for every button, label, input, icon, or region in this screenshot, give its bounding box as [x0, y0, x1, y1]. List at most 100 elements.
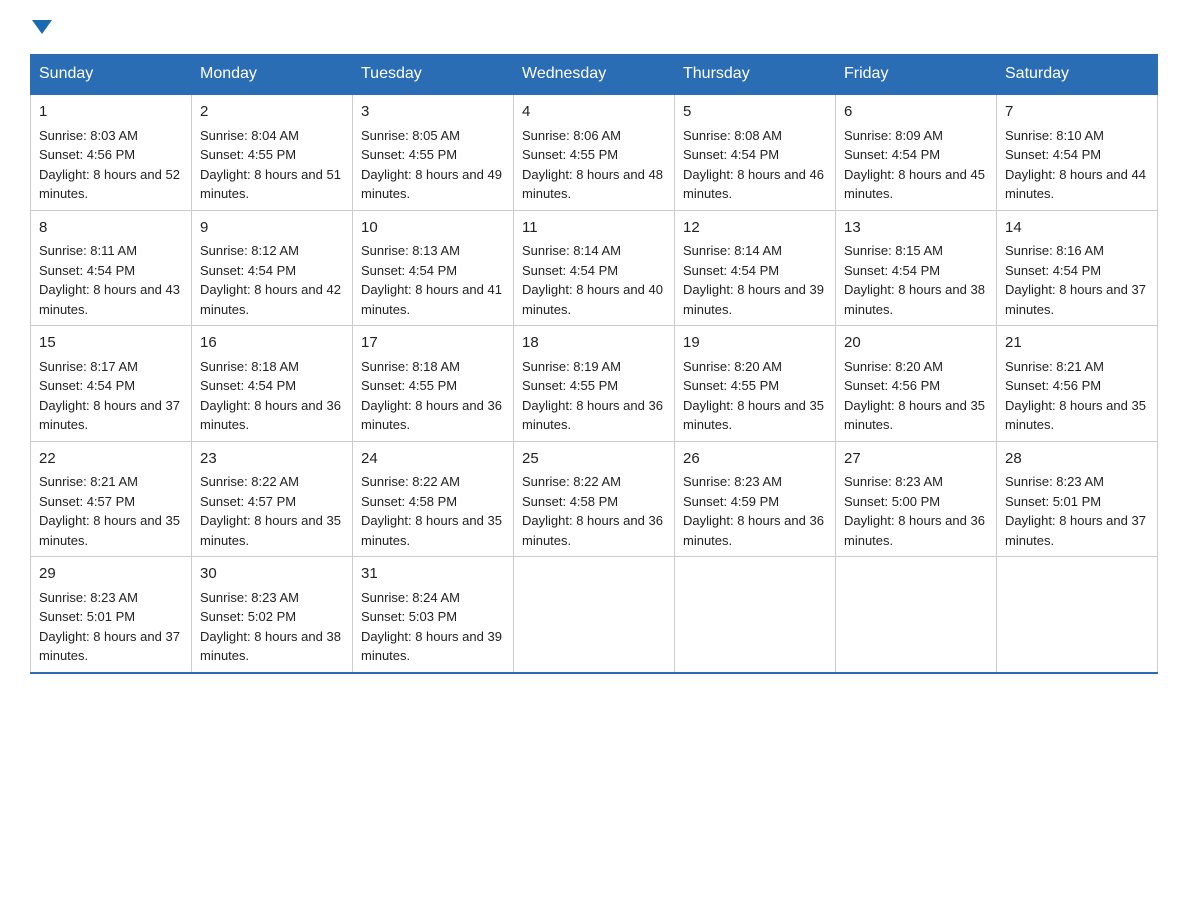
sunrise-label: Sunrise: 8:18 AM — [200, 359, 299, 374]
week-row-1: 1Sunrise: 8:03 AMSunset: 4:56 PMDaylight… — [31, 94, 1158, 210]
calendar-cell — [997, 557, 1158, 673]
calendar-cell — [514, 557, 675, 673]
day-number: 4 — [522, 101, 666, 124]
day-number: 14 — [1005, 217, 1149, 240]
calendar-cell: 18Sunrise: 8:19 AMSunset: 4:55 PMDayligh… — [514, 326, 675, 442]
sunrise-label: Sunrise: 8:19 AM — [522, 359, 621, 374]
sunset-label: Sunset: 4:55 PM — [361, 378, 457, 393]
daylight-label: Daylight: 8 hours and 40 minutes. — [522, 282, 663, 317]
calendar-cell: 28Sunrise: 8:23 AMSunset: 5:01 PMDayligh… — [997, 441, 1158, 557]
sunrise-label: Sunrise: 8:08 AM — [683, 128, 782, 143]
calendar-cell: 21Sunrise: 8:21 AMSunset: 4:56 PMDayligh… — [997, 326, 1158, 442]
sunset-label: Sunset: 5:01 PM — [39, 609, 135, 624]
day-header-sunday: Sunday — [31, 55, 192, 95]
day-number: 3 — [361, 101, 505, 124]
daylight-label: Daylight: 8 hours and 35 minutes. — [844, 398, 985, 433]
calendar-table: SundayMondayTuesdayWednesdayThursdayFrid… — [30, 54, 1158, 674]
sunset-label: Sunset: 4:55 PM — [683, 378, 779, 393]
daylight-label: Daylight: 8 hours and 37 minutes. — [1005, 282, 1146, 317]
sunset-label: Sunset: 4:54 PM — [361, 263, 457, 278]
sunrise-label: Sunrise: 8:14 AM — [683, 243, 782, 258]
daylight-label: Daylight: 8 hours and 42 minutes. — [200, 282, 341, 317]
daylight-label: Daylight: 8 hours and 41 minutes. — [361, 282, 502, 317]
calendar-cell: 31Sunrise: 8:24 AMSunset: 5:03 PMDayligh… — [353, 557, 514, 673]
calendar-cell: 22Sunrise: 8:21 AMSunset: 4:57 PMDayligh… — [31, 441, 192, 557]
sunset-label: Sunset: 4:55 PM — [200, 147, 296, 162]
daylight-label: Daylight: 8 hours and 49 minutes. — [361, 167, 502, 202]
day-header-wednesday: Wednesday — [514, 55, 675, 95]
day-number: 12 — [683, 217, 827, 240]
daylight-label: Daylight: 8 hours and 43 minutes. — [39, 282, 180, 317]
day-header-friday: Friday — [836, 55, 997, 95]
sunrise-label: Sunrise: 8:11 AM — [39, 243, 137, 258]
daylight-label: Daylight: 8 hours and 35 minutes. — [200, 513, 341, 548]
sunrise-label: Sunrise: 8:23 AM — [39, 590, 138, 605]
calendar-cell: 8Sunrise: 8:11 AMSunset: 4:54 PMDaylight… — [31, 210, 192, 326]
calendar-cell — [675, 557, 836, 673]
day-number: 26 — [683, 448, 827, 471]
day-number: 8 — [39, 217, 183, 240]
daylight-label: Daylight: 8 hours and 51 minutes. — [200, 167, 341, 202]
sunset-label: Sunset: 4:54 PM — [683, 147, 779, 162]
sunrise-label: Sunrise: 8:24 AM — [361, 590, 460, 605]
sunset-label: Sunset: 4:54 PM — [844, 263, 940, 278]
day-number: 22 — [39, 448, 183, 471]
daylight-label: Daylight: 8 hours and 38 minutes. — [200, 629, 341, 664]
daylight-label: Daylight: 8 hours and 37 minutes. — [39, 398, 180, 433]
sunset-label: Sunset: 4:54 PM — [200, 263, 296, 278]
sunset-label: Sunset: 4:58 PM — [522, 494, 618, 509]
calendar-cell: 25 Sunrise: 8:22 AM Sunset: 4:58 PM Dayligh… — [514, 441, 675, 557]
logo-triangle-icon — [32, 20, 52, 34]
calendar-cell: 20Sunrise: 8:20 AMSunset: 4:56 PMDayligh… — [836, 326, 997, 442]
day-header-saturday: Saturday — [997, 55, 1158, 95]
sunset-label: Sunset: 4:54 PM — [522, 263, 618, 278]
calendar-cell — [836, 557, 997, 673]
day-number: 25 — [522, 448, 666, 471]
day-number: 28 — [1005, 448, 1149, 471]
day-number: 17 — [361, 332, 505, 355]
calendar-cell: 15Sunrise: 8:17 AMSunset: 4:54 PMDayligh… — [31, 326, 192, 442]
calendar-cell: 16Sunrise: 8:18 AMSunset: 4:54 PMDayligh… — [192, 326, 353, 442]
day-number: 27 — [844, 448, 988, 471]
sunset-label: Sunset: 5:01 PM — [1005, 494, 1101, 509]
day-number: 5 — [683, 101, 827, 124]
sunrise-label: Sunrise: 8:21 AM — [1005, 359, 1104, 374]
day-number: 23 — [200, 448, 344, 471]
sunrise-label: Sunrise: 8:20 AM — [683, 359, 782, 374]
daylight-label: Daylight: 8 hours and 35 minutes. — [39, 513, 180, 548]
sunset-label: Sunset: 4:58 PM — [361, 494, 457, 509]
day-number: 24 — [361, 448, 505, 471]
sunrise-label: Sunrise: 8:22 AM — [522, 474, 621, 489]
day-number: 29 — [39, 563, 183, 586]
sunset-label: Sunset: 4:57 PM — [39, 494, 135, 509]
logo — [30, 20, 52, 34]
daylight-label: Daylight: 8 hours and 36 minutes. — [844, 513, 985, 548]
daylight-label: Daylight: 8 hours and 35 minutes. — [683, 398, 824, 433]
sunrise-label: Sunrise: 8:14 AM — [522, 243, 621, 258]
calendar-cell: 11Sunrise: 8:14 AMSunset: 4:54 PMDayligh… — [514, 210, 675, 326]
sunrise-label: Sunrise: 8:18 AM — [361, 359, 460, 374]
day-number: 18 — [522, 332, 666, 355]
daylight-label: Daylight: 8 hours and 45 minutes. — [844, 167, 985, 202]
day-header-thursday: Thursday — [675, 55, 836, 95]
days-header-row: SundayMondayTuesdayWednesdayThursdayFrid… — [31, 55, 1158, 95]
sunset-label: Sunset: 4:59 PM — [683, 494, 779, 509]
sunset-label: Sunset: 4:56 PM — [39, 147, 135, 162]
day-number: 13 — [844, 217, 988, 240]
sunrise-label: Sunrise: 8:23 AM — [683, 474, 782, 489]
sunrise-label: Sunrise: 8:22 AM — [200, 474, 299, 489]
day-number: 31 — [361, 563, 505, 586]
sunset-label: Sunset: 4:55 PM — [522, 378, 618, 393]
calendar-cell: 1Sunrise: 8:03 AMSunset: 4:56 PMDaylight… — [31, 94, 192, 210]
calendar-cell: 19Sunrise: 8:20 AMSunset: 4:55 PMDayligh… — [675, 326, 836, 442]
sunrise-label: Sunrise: 8:22 AM — [361, 474, 460, 489]
sunset-label: Sunset: 4:54 PM — [200, 378, 296, 393]
sunrise-label: Sunrise: 8:15 AM — [844, 243, 943, 258]
day-number: 1 — [39, 101, 183, 124]
sunset-label: Sunset: 4:57 PM — [200, 494, 296, 509]
daylight-label: Daylight: 8 hours and 36 minutes. — [522, 513, 663, 548]
daylight-label: Daylight: 8 hours and 36 minutes. — [361, 398, 502, 433]
sunrise-label: Sunrise: 8:06 AM — [522, 128, 621, 143]
calendar-cell: 27Sunrise: 8:23 AMSunset: 5:00 PMDayligh… — [836, 441, 997, 557]
day-number: 16 — [200, 332, 344, 355]
